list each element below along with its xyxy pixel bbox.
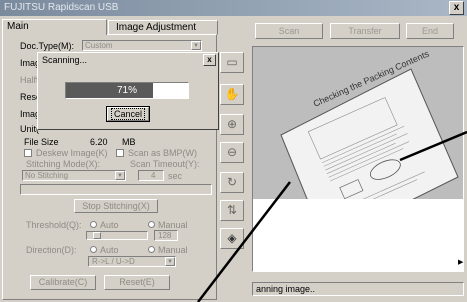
dialog-title-bar: Scanning... x xyxy=(39,54,217,67)
doc-type-label: Doc.Type(M): xyxy=(20,41,75,51)
threshold-value-field[interactable]: 128 xyxy=(154,230,178,241)
hand-icon: ✋ xyxy=(224,87,240,101)
scan-button[interactable]: Scan xyxy=(255,23,323,39)
doc-type-value: Custom xyxy=(85,41,113,50)
threshold-auto-radio[interactable] xyxy=(90,221,97,228)
cancel-button-label: Cancel xyxy=(110,108,145,120)
zoom-in-icon: ⊕ xyxy=(226,117,238,131)
title-bar: FUJITSU Rapidscan USB x xyxy=(0,0,467,16)
select-tool-button[interactable]: ▭ xyxy=(220,52,244,73)
threshold-manual-label: Manual xyxy=(158,220,188,230)
scan-timeout-unit: sec xyxy=(168,171,183,181)
end-button[interactable]: End xyxy=(406,23,454,39)
reset-button[interactable]: Reset(E) xyxy=(104,275,170,290)
stop-stitching-button[interactable]: Stop Stitching(X) xyxy=(74,199,158,213)
preview-scroll-marker: ▶ xyxy=(458,256,466,272)
doc-type-select[interactable]: Custom ▼ xyxy=(82,40,202,51)
dialog-close-button[interactable]: x xyxy=(203,54,216,66)
scan-timeout-label: Scan Timeout(Y): xyxy=(130,159,200,169)
scanning-dialog: Scanning... x 71% Cancel xyxy=(37,52,219,130)
chevron-down-icon: ▼ xyxy=(165,257,175,266)
zoom-out-icon: ⊖ xyxy=(226,145,238,159)
chevron-down-icon: ▼ xyxy=(115,171,125,180)
threshold-auto-label: Auto xyxy=(100,220,119,230)
scan-timeout-spinner[interactable]: 4 xyxy=(138,170,164,181)
status-bar: anning image.. xyxy=(252,282,464,296)
tab-main-label: Main xyxy=(7,21,29,32)
hand-tool-button[interactable]: ✋ xyxy=(220,84,244,105)
scan-timeout-value: 4 xyxy=(151,171,156,180)
deskew-label: Deskew Image(K) xyxy=(36,148,108,158)
transfer-button[interactable]: Transfer xyxy=(330,23,400,39)
preview-area[interactable]: Checking the Packing Contents xyxy=(252,46,464,272)
flip-icon: ⇅ xyxy=(226,203,238,217)
flip-button[interactable]: ⇅ xyxy=(220,200,244,221)
tab-image-adjustment[interactable]: Image Adjustment xyxy=(108,20,218,35)
arrow-right-icon: ▶ xyxy=(458,259,464,266)
window-title: FUJITSU Rapidscan USB xyxy=(4,2,119,13)
rotate-button[interactable]: ↻ xyxy=(220,172,244,193)
direction-label: Direction(D): xyxy=(26,245,77,255)
deskew-checkbox[interactable] xyxy=(24,149,32,157)
file-size-label: File Size xyxy=(24,137,59,147)
tab-main[interactable]: Main xyxy=(2,19,107,35)
scan-checkbox[interactable] xyxy=(116,149,124,157)
scanned-document-image: Checking the Packing Contents xyxy=(253,48,463,271)
window-close-button[interactable]: x xyxy=(449,1,464,15)
cancel-button[interactable]: Cancel xyxy=(106,106,150,122)
stack-icon: ◈ xyxy=(227,231,237,245)
direction-auto-radio[interactable] xyxy=(90,246,97,253)
halftone-label: Halft xyxy=(20,75,39,85)
stack-button[interactable]: ◈ xyxy=(220,228,244,249)
direction-manual-radio[interactable] xyxy=(148,246,155,253)
stitching-mode-select[interactable]: No Stitching ▼ xyxy=(22,170,126,181)
dialog-title: Scanning... xyxy=(42,55,88,65)
threshold-label: Threshold(Q): xyxy=(26,220,82,230)
file-size-unit: MB xyxy=(122,137,136,147)
threshold-slider[interactable] xyxy=(86,231,148,240)
progress-bar: 71% xyxy=(65,82,189,99)
direction-manual-label: Manual xyxy=(158,245,188,255)
tab-image-adjustment-label: Image Adjustment xyxy=(116,22,197,33)
threshold-value: 128 xyxy=(158,231,172,240)
file-size-value: 6.20 xyxy=(90,137,108,147)
direction-auto-label: Auto xyxy=(100,245,119,255)
stitching-mode-value: No Stitching xyxy=(25,171,69,180)
rectangle-select-icon: ▭ xyxy=(226,55,238,69)
calibrate-button[interactable]: Calibrate(C) xyxy=(30,275,96,290)
zoom-in-button[interactable]: ⊕ xyxy=(220,114,244,135)
scan-label: Scan as BMP(W) xyxy=(128,148,198,158)
status-text: anning image.. xyxy=(256,284,316,294)
threshold-manual-radio[interactable] xyxy=(148,221,155,228)
direction-value: R->L / U->D xyxy=(92,257,135,266)
stitching-field xyxy=(20,184,212,195)
chevron-down-icon: ▼ xyxy=(191,41,201,50)
zoom-out-button[interactable]: ⊖ xyxy=(220,142,244,163)
stitching-mode-label: Stitching Mode(X): xyxy=(26,159,101,169)
direction-select[interactable]: R->L / U->D ▼ xyxy=(88,256,176,267)
rotate-icon: ↻ xyxy=(226,175,238,189)
progress-text: 71% xyxy=(116,85,137,96)
slider-thumb[interactable] xyxy=(93,232,101,239)
